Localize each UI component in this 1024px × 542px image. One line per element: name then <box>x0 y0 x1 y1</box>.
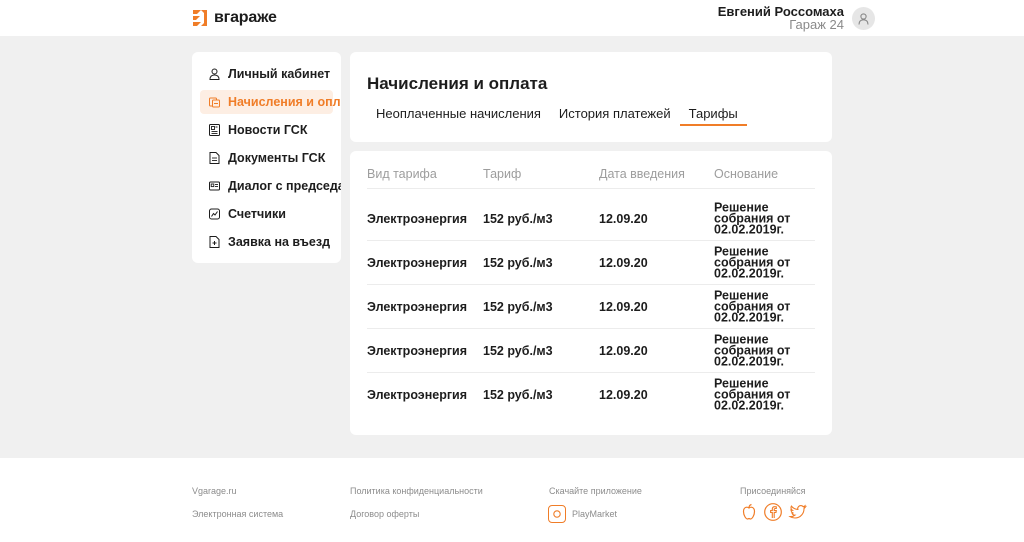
cell-basis: Решение собрания от 02.02.2019г. <box>714 288 791 324</box>
column-header-date: Дата введения <box>599 167 685 181</box>
user-icon <box>209 68 220 80</box>
cell-type: Электроэнергия <box>367 343 468 358</box>
cell-date: 12.09.20 <box>599 343 648 358</box>
tariffs-table: Вид тарифа Тариф Дата введения Основание… <box>350 151 832 435</box>
chat-card-icon <box>209 181 220 191</box>
sidebar-item-entry-request[interactable]: Заявка на въезд <box>200 230 330 254</box>
twitter-icon[interactable] <box>788 502 808 522</box>
apple-icon[interactable] <box>739 502 759 522</box>
cell-type: Электроэнергия <box>367 388 468 402</box>
column-header-type: Вид тарифа <box>367 167 437 181</box>
footer-system-text: Электронная система <box>192 509 284 519</box>
sidebar-item-label: Заявка на въезд <box>228 235 331 249</box>
table-row: Электроэнергия 152 руб./м3 12.09.20 Реше… <box>367 329 815 373</box>
user-info[interactable]: Евгений Россомаха Гараж 24 <box>718 5 844 31</box>
facebook-icon[interactable] <box>763 502 783 522</box>
logo[interactable]: вгараже <box>192 8 277 28</box>
cell-basis: Решение собрания от 02.02.2019г. <box>714 332 791 368</box>
column-header-rate: Тариф <box>483 167 522 181</box>
tab-tariffs[interactable]: Тарифы <box>679 104 747 126</box>
logo-text: вгараже <box>214 9 277 26</box>
logo-icon <box>193 10 207 26</box>
footer-site-link[interactable]: Vgarage.ru <box>192 486 237 496</box>
cell-rate: 152 руб./м3 <box>483 388 553 402</box>
footer-playmarket-link[interactable]: PlayMarket <box>572 509 617 519</box>
cell-rate: 152 руб./м3 <box>483 299 553 314</box>
footer-offer-link[interactable]: Договор оферты <box>350 509 419 519</box>
title-card: Начисления и оплата Неоплаченные начисле… <box>350 52 832 142</box>
cell-type: Электроэнергия <box>367 211 468 226</box>
cell-basis: Решение собрания от 02.02.2019г. <box>714 376 791 413</box>
sidebar-item-label: Новости ГСК <box>228 123 308 137</box>
sidebar-item-label: Счетчики <box>228 207 286 221</box>
table-row: Электроэнергия 152 руб./м3 12.09.20 Реше… <box>367 241 815 285</box>
page-title: Начисления и оплата <box>367 74 548 93</box>
cell-rate: 152 руб./м3 <box>483 255 553 270</box>
cell-type: Электроэнергия <box>367 299 468 314</box>
footer-join-label: Присоединяйся <box>740 486 806 496</box>
table-row: Электроэнергия 152 руб./м3 12.09.20 Реше… <box>367 197 815 241</box>
cell-basis: Решение собрания от 02.02.2019г. <box>714 244 791 280</box>
cell-rate: 152 руб./м3 <box>483 343 553 358</box>
footer-app-label: Скачайте приложение <box>549 486 642 496</box>
table-row: Электроэнергия 152 руб./м3 12.09.20 Реше… <box>367 373 815 417</box>
tab-unpaid[interactable]: Неоплаченные начисления <box>367 104 550 126</box>
avatar-icon <box>858 12 869 25</box>
news-icon <box>209 124 220 136</box>
sidebar-item-news[interactable]: Новости ГСК <box>200 118 307 142</box>
cell-date: 12.09.20 <box>599 255 648 270</box>
meter-icon <box>209 208 220 220</box>
footer-privacy-link[interactable]: Политика конфиденциальности <box>350 486 483 496</box>
column-header-basis: Основание <box>714 167 779 181</box>
sidebar-item-label: Начисления и оплата <box>228 95 341 109</box>
footer <box>0 458 1024 542</box>
tabs: Неоплаченные начисления История платежей… <box>367 104 747 126</box>
coins-icon <box>209 97 220 108</box>
cell-date: 12.09.20 <box>599 388 648 402</box>
avatar[interactable] <box>852 7 875 30</box>
sidebar-item-label: Диалог с председателем <box>228 179 341 193</box>
cell-date: 12.09.20 <box>599 299 648 314</box>
cell-type: Электроэнергия <box>367 255 468 270</box>
sidebar-item-label: Документы ГСК <box>228 151 326 165</box>
top-bar: вгараже Евгений Россомаха Гараж 24 <box>0 0 1024 36</box>
cell-rate: 152 руб./м3 <box>483 211 553 226</box>
table-row: Электроэнергия 152 руб./м3 12.09.20 Реше… <box>367 285 815 329</box>
sidebar-item-cabinet[interactable]: Личный кабинет <box>200 62 330 86</box>
cell-date: 12.09.20 <box>599 211 648 226</box>
sidebar-item-meters[interactable]: Счетчики <box>200 202 286 226</box>
user-garage: Гараж 24 <box>789 17 844 32</box>
sidebar: Личный кабинет Начисления и оплата Новос… <box>192 52 341 263</box>
sidebar-item-payments[interactable]: Начисления и оплата <box>200 90 341 114</box>
playmarket-icon[interactable] <box>548 505 566 523</box>
cell-basis: Решение собрания от 02.02.2019г. <box>714 200 791 236</box>
table-header: Вид тарифа Тариф Дата введения Основание <box>367 165 815 189</box>
document-icon <box>209 152 220 164</box>
sidebar-item-label: Личный кабинет <box>228 67 331 81</box>
entry-request-icon <box>209 236 220 248</box>
sidebar-item-documents[interactable]: Документы ГСК <box>200 146 325 170</box>
tab-payment-history[interactable]: История платежей <box>550 104 680 126</box>
sidebar-item-dialog[interactable]: Диалог с председателем <box>200 174 341 198</box>
